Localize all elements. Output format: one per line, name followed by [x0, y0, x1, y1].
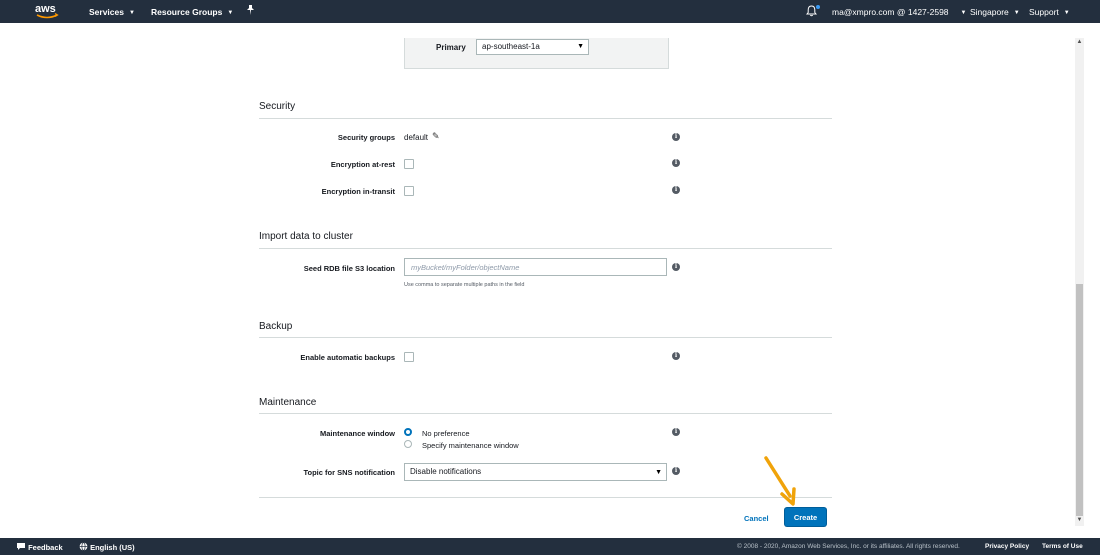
chevron-down-icon: ▼: [227, 10, 234, 16]
info-icon[interactable]: i: [672, 133, 680, 141]
notification-badge: [816, 5, 820, 9]
copyright-text: © 2008 - 2020, Amazon Web Services, Inc.…: [737, 543, 960, 550]
chevron-down-icon: ▼: [1013, 10, 1020, 16]
support-menu[interactable]: Support ▼: [1029, 7, 1070, 17]
actions-divider: [259, 497, 832, 498]
no-preference-label[interactable]: No preference: [422, 429, 470, 438]
svg-text:aws: aws: [35, 3, 56, 15]
import-divider: [259, 248, 832, 249]
backup-divider: [259, 337, 832, 338]
account-menu[interactable]: ma@xmpro.com @ 1427-2598 ▼: [832, 7, 966, 17]
pin-icon[interactable]: [246, 5, 255, 17]
sns-topic-select[interactable]: Disable notifications ▼: [404, 463, 667, 481]
security-groups-value: default: [404, 133, 429, 142]
primary-zone-select[interactable]: ap-southeast-1a ▼: [476, 39, 589, 55]
chat-icon: [17, 543, 25, 550]
encryption-in-transit-label: Encryption in-transit: [321, 187, 395, 196]
seed-rdb-label: Seed RDB file S3 location: [303, 264, 395, 273]
primary-label: Primary: [436, 43, 466, 52]
pointer-arrow-icon: [764, 456, 796, 506]
globe-icon: [79, 542, 88, 551]
info-icon[interactable]: i: [672, 159, 680, 167]
privacy-policy-link[interactable]: Privacy Policy: [985, 543, 1029, 550]
account-email: ma@xmpro.com: [832, 7, 895, 17]
region-label: Singapore: [970, 7, 1009, 17]
scroll-down-arrow-icon[interactable]: ▼: [1076, 517, 1083, 523]
info-icon[interactable]: i: [672, 263, 680, 271]
aws-logo-icon[interactable]: aws: [34, 1, 60, 23]
resource-groups-label: Resource Groups: [151, 7, 223, 17]
account-id: 1427-2598: [907, 7, 949, 17]
maintenance-section-title: Maintenance: [259, 397, 317, 408]
info-icon[interactable]: i: [672, 352, 680, 360]
create-button[interactable]: Create: [785, 508, 826, 526]
specify-window-label[interactable]: Specify maintenance window: [422, 441, 519, 450]
import-section-title: Import data to cluster: [259, 231, 353, 242]
info-icon[interactable]: i: [672, 428, 680, 436]
region-menu[interactable]: Singapore ▼: [970, 7, 1020, 17]
cancel-button[interactable]: Cancel: [744, 514, 769, 523]
services-menu[interactable]: Services ▼: [89, 7, 135, 17]
resource-groups-menu[interactable]: Resource Groups ▼: [151, 7, 233, 17]
backup-section-title: Backup: [259, 321, 293, 332]
automatic-backups-label: Enable automatic backups: [300, 353, 395, 362]
no-preference-radio[interactable]: [404, 428, 412, 436]
dropdown-arrow-icon: ▼: [655, 469, 662, 476]
language-label: English (US): [90, 543, 135, 552]
seed-rdb-hint: Use comma to separate multiple paths in …: [404, 282, 525, 288]
language-selector[interactable]: English (US): [79, 542, 135, 552]
sns-topic-label: Topic for SNS notification: [303, 468, 395, 477]
chevron-down-icon: ▼: [128, 10, 135, 16]
seed-rdb-input[interactable]: [404, 258, 667, 276]
security-groups-label: Security groups: [337, 133, 395, 142]
security-divider: [259, 118, 832, 119]
account-separator: @: [896, 7, 906, 17]
encryption-at-rest-checkbox[interactable]: [404, 159, 414, 169]
top-navigation: aws Services ▼ Resource Groups ▼ ma@xmpro.…: [0, 0, 1100, 23]
specify-window-radio[interactable]: [404, 440, 412, 448]
automatic-backups-checkbox[interactable]: [404, 352, 414, 362]
scroll-up-arrow-icon[interactable]: ▲: [1076, 39, 1083, 45]
chevron-down-icon: ▼: [1063, 10, 1070, 16]
chevron-down-icon: ▼: [960, 10, 967, 16]
feedback-label: Feedback: [28, 543, 63, 552]
support-label: Support: [1029, 7, 1059, 17]
terms-of-use-link[interactable]: Terms of Use: [1042, 543, 1083, 550]
sns-topic-value: Disable notifications: [410, 467, 482, 476]
encryption-in-transit-checkbox[interactable]: [404, 186, 414, 196]
maintenance-window-label: Maintenance window: [319, 429, 395, 438]
dropdown-arrow-icon: ▼: [577, 43, 584, 50]
services-label: Services: [89, 7, 124, 17]
security-section-title: Security: [259, 101, 296, 112]
encryption-at-rest-label: Encryption at-rest: [330, 160, 395, 169]
maintenance-divider: [259, 413, 832, 414]
scrollbar-thumb[interactable]: [1076, 284, 1083, 516]
page-footer: Feedback English (US) © 2008 - 2020, Ama…: [0, 538, 1100, 555]
info-icon[interactable]: i: [672, 467, 680, 475]
info-icon[interactable]: i: [672, 186, 680, 194]
primary-zone-value: ap-southeast-1a: [482, 42, 540, 51]
pencil-icon[interactable]: ✎: [432, 131, 440, 142]
feedback-link[interactable]: Feedback: [16, 542, 63, 552]
